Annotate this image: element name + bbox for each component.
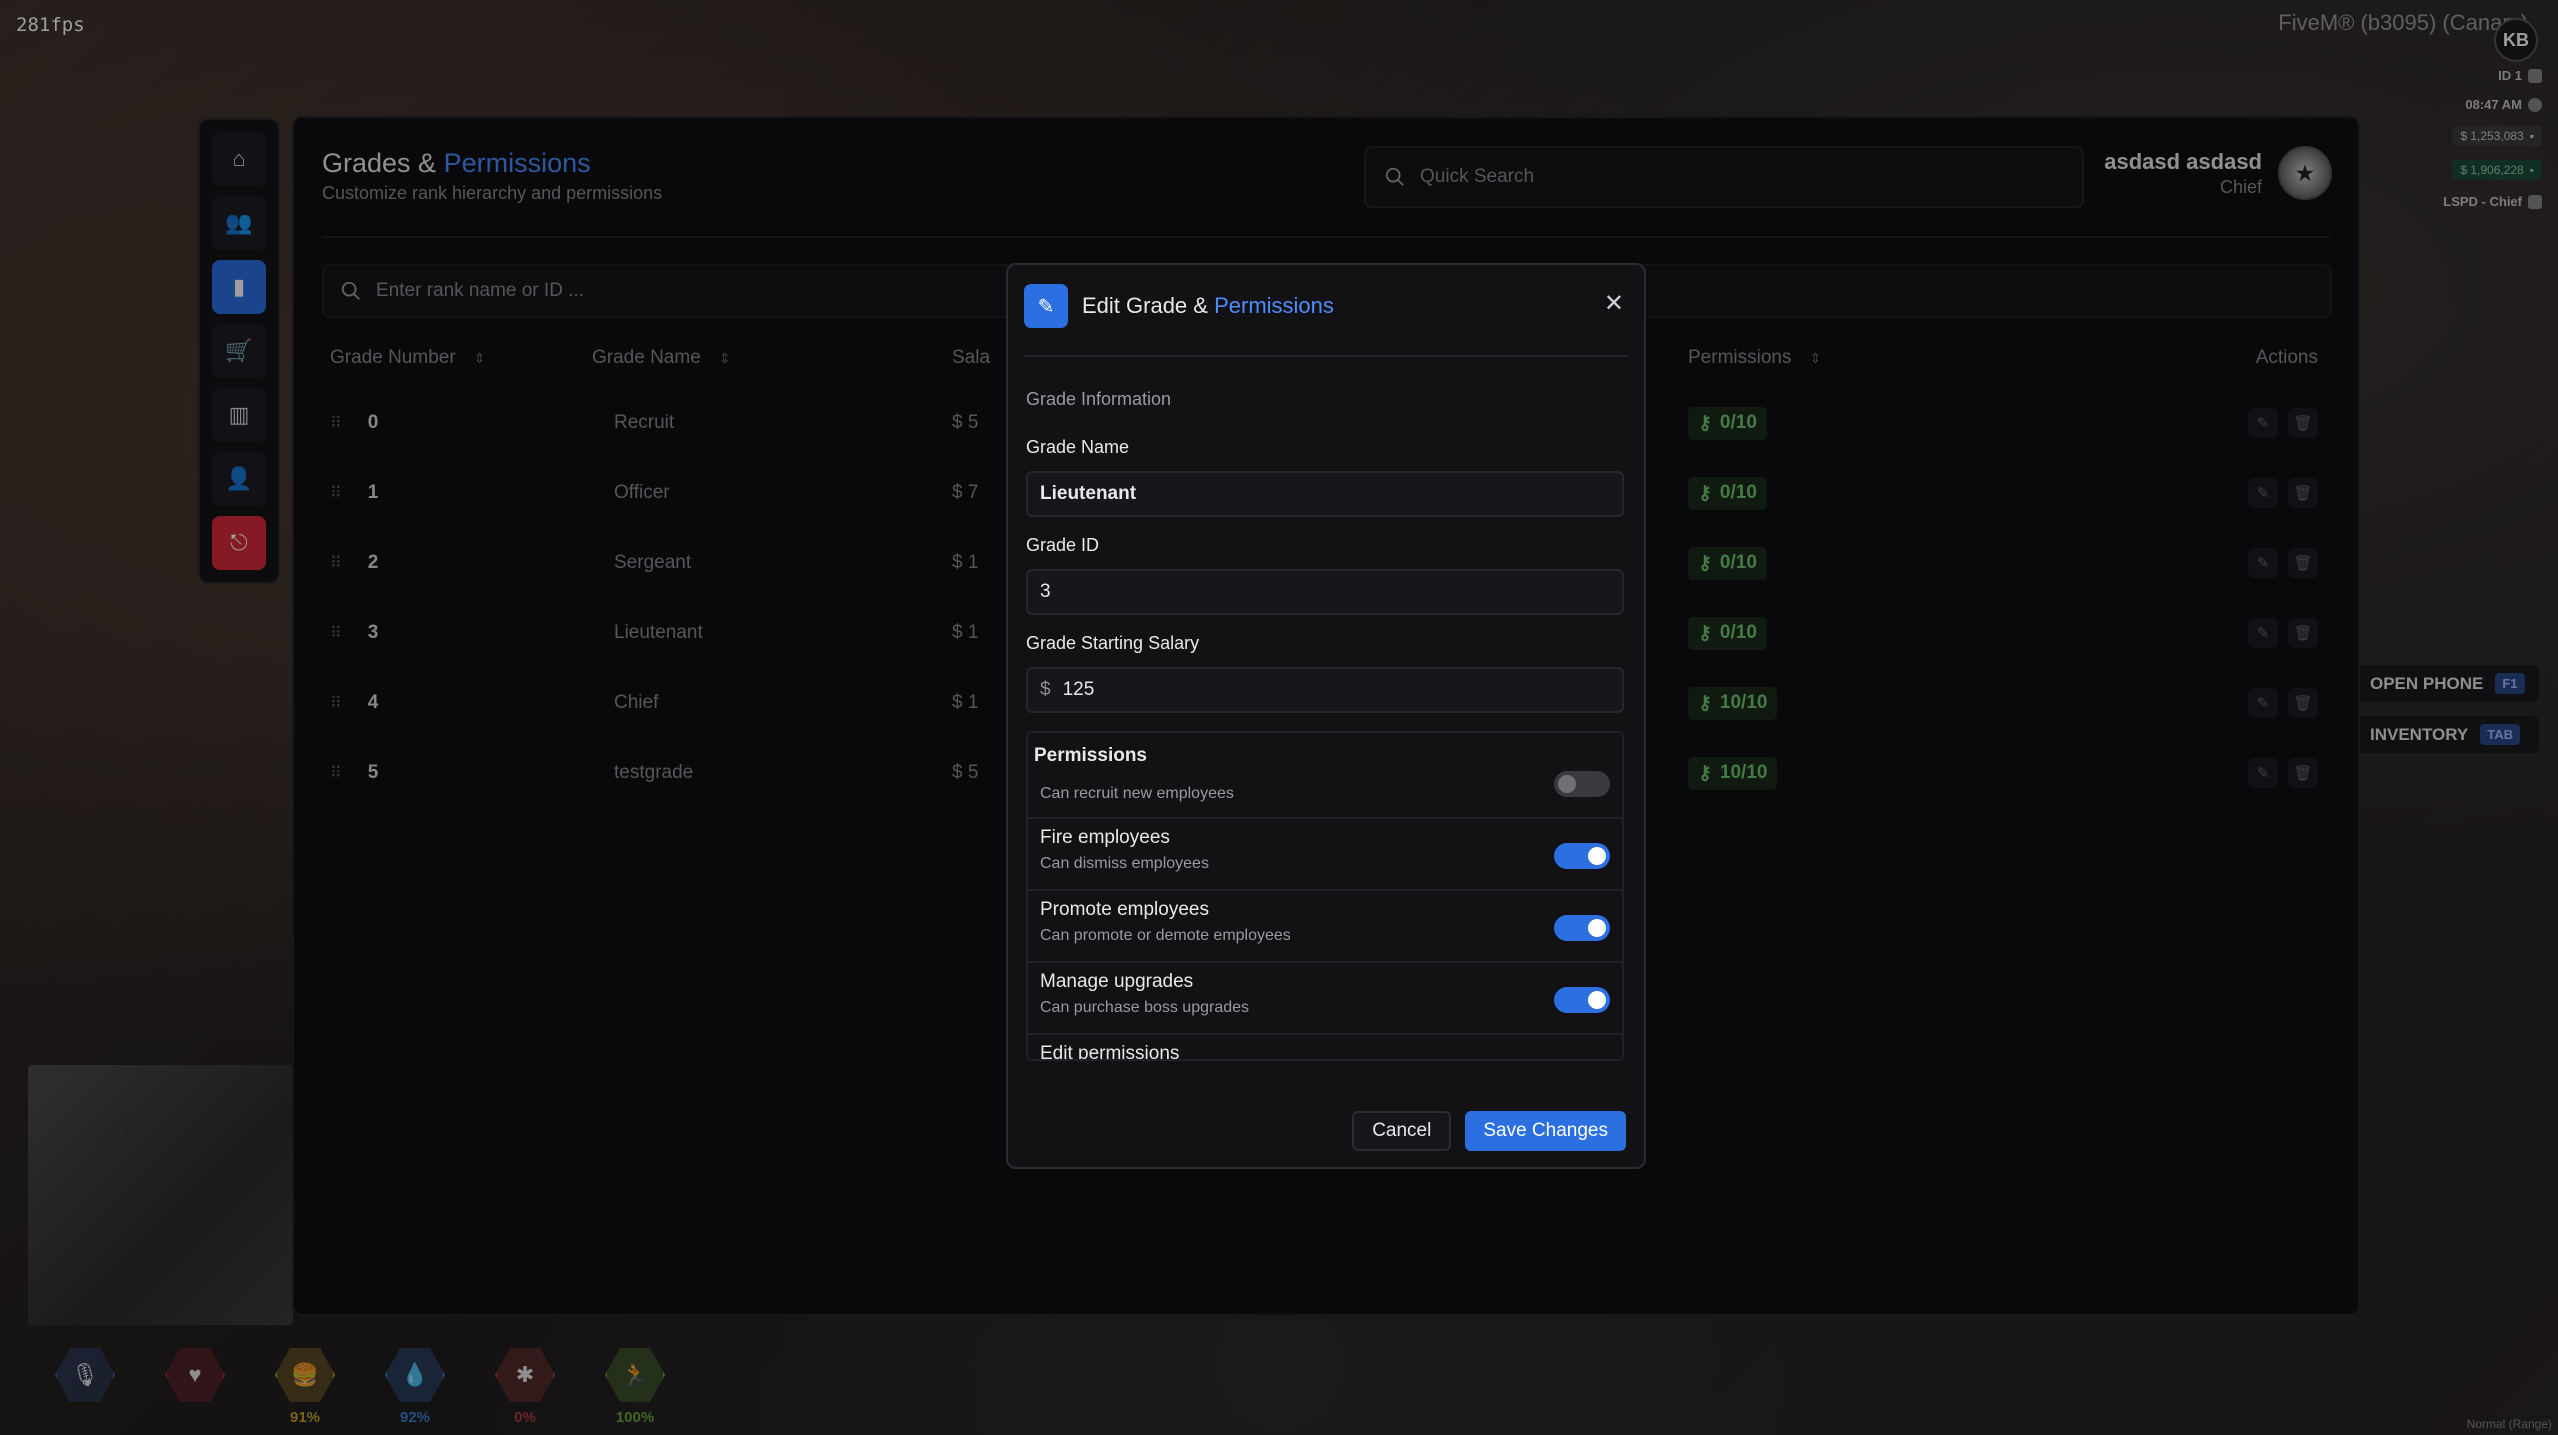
cancel-button[interactable]: Cancel: [1352, 1111, 1452, 1151]
permission-desc: Can dismiss employees: [1040, 855, 1209, 872]
modal-title: Edit Grade & Permissions: [1082, 293, 1334, 318]
section-label: Grade Information: [1026, 389, 1172, 409]
permission-item: Manage upgrades Can purchase boss upgrade…: [1028, 963, 1622, 1035]
permission-toggle[interactable]: [1554, 915, 1610, 941]
permission-desc: Can promote or demote employees: [1040, 927, 1291, 944]
permission-title: Edit permissions: [1040, 1043, 1180, 1061]
grade-id-label: Grade ID: [1026, 535, 1100, 555]
permission-toggle[interactable]: [1554, 1059, 1610, 1061]
salary-value: 125: [1062, 679, 1095, 700]
permission-item: Fire employees Can dismiss employees: [1028, 819, 1622, 891]
grade-id-input[interactable]: 3: [1026, 569, 1624, 615]
close-icon[interactable]: ✕: [1604, 289, 1624, 318]
modal-header: ✎ Edit Grade & Permissions ✕: [1024, 283, 1628, 329]
permission-title: Manage upgrades: [1040, 971, 1194, 992]
permission-item: Promote employees Can promote or demote e…: [1028, 891, 1622, 963]
permission-toggle[interactable]: [1554, 843, 1610, 869]
permission-item: Edit permissions: [1028, 1035, 1622, 1061]
permissions-heading: Permissions: [1034, 745, 1147, 766]
save-changes-button[interactable]: Save Changes: [1465, 1111, 1626, 1151]
edit-pen-icon: ✎: [1024, 284, 1068, 328]
dollar-prefix: $: [1040, 679, 1051, 700]
modal-divider: [1024, 355, 1628, 357]
edit-grade-modal: ✎ Edit Grade & Permissions ✕ Grade Infor…: [1006, 263, 1646, 1169]
permission-item: Can recruit new employees: [1028, 771, 1622, 819]
permission-toggle[interactable]: [1554, 987, 1610, 1013]
salary-input[interactable]: $ 125: [1026, 667, 1624, 713]
permission-title: Fire employees: [1040, 827, 1170, 848]
salary-label: Grade Starting Salary: [1026, 633, 1200, 653]
grade-name-input[interactable]: Lieutenant: [1026, 471, 1624, 517]
modal-footer: Cancel Save Changes: [1352, 1111, 1626, 1151]
permissions-scroll[interactable]: Can recruit new employees Fire employees C…: [1028, 771, 1622, 1061]
grade-name-label: Grade Name: [1026, 437, 1130, 457]
permission-title: Promote employees: [1040, 899, 1209, 920]
permission-desc: Can recruit new employees: [1040, 785, 1234, 802]
permission-desc: Can purchase boss upgrades: [1040, 999, 1250, 1016]
permissions-list[interactable]: Permissions Can recruit new employees Fir…: [1026, 731, 1624, 1061]
permission-toggle[interactable]: [1554, 771, 1610, 797]
